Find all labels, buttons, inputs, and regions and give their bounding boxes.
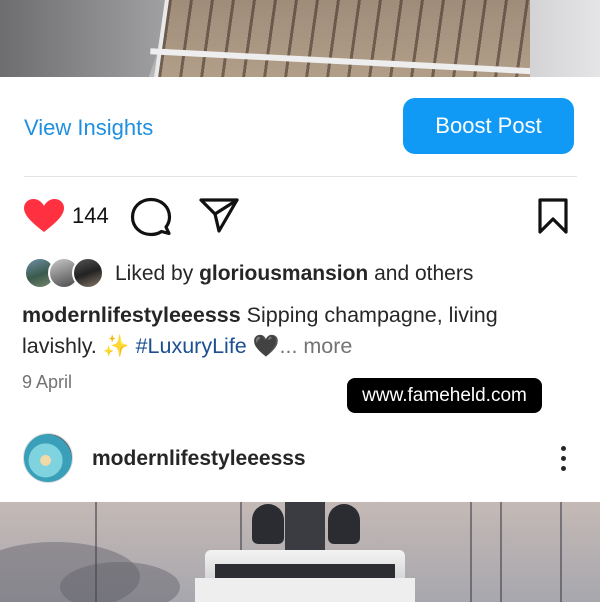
post-image-bottom[interactable]: [0, 502, 600, 602]
heart-icon[interactable]: [23, 198, 65, 234]
radome: [328, 504, 360, 544]
bookmark-icon[interactable]: [536, 197, 570, 235]
watermark: www.fameheld.com: [347, 378, 542, 413]
radome: [252, 504, 284, 544]
post-caption: modernlifestyleeesss Sipping champagne, …: [22, 300, 572, 362]
yacht-hull: [195, 578, 415, 602]
liked-by-prefix: Liked by: [115, 262, 200, 285]
like-count[interactable]: 144: [72, 203, 109, 229]
share-icon[interactable]: [198, 196, 240, 234]
liked-by-user[interactable]: gloriousmansion: [199, 262, 368, 285]
mast: [560, 502, 562, 602]
caption-emoji: 🖤: [246, 334, 280, 358]
avatar: [72, 257, 104, 289]
comment-icon[interactable]: [130, 196, 172, 238]
dot: [561, 466, 566, 471]
yacht-arch: [285, 502, 325, 552]
liked-by-avatars[interactable]: [24, 257, 104, 291]
liked-by-suffix: and others: [368, 262, 474, 285]
caption-more-link[interactable]: ... more: [280, 334, 353, 358]
yacht-windows: [215, 564, 395, 578]
mast: [470, 502, 472, 602]
post-image-top[interactable]: [0, 0, 600, 77]
caption-hashtag[interactable]: #LuxuryLife: [136, 334, 247, 358]
dot: [561, 456, 566, 461]
post-author-username[interactable]: modernlifestyleeesss: [92, 447, 306, 471]
hull-left: [0, 0, 175, 77]
caption-username[interactable]: modernlifestyleeesss: [22, 303, 241, 327]
post-author-avatar[interactable]: [23, 433, 73, 483]
post-date: 9 April: [22, 372, 73, 392]
liked-by-text[interactable]: Liked by gloriousmansion and others: [115, 262, 473, 286]
mast: [500, 502, 502, 602]
view-insights-link[interactable]: View Insights: [24, 115, 153, 141]
boost-post-button[interactable]: Boost Post: [403, 98, 574, 154]
mast: [95, 502, 97, 602]
teak-deck: [153, 0, 567, 77]
cloud: [60, 562, 180, 602]
hull-right: [530, 0, 600, 77]
dot: [561, 446, 566, 451]
divider: [24, 176, 577, 177]
